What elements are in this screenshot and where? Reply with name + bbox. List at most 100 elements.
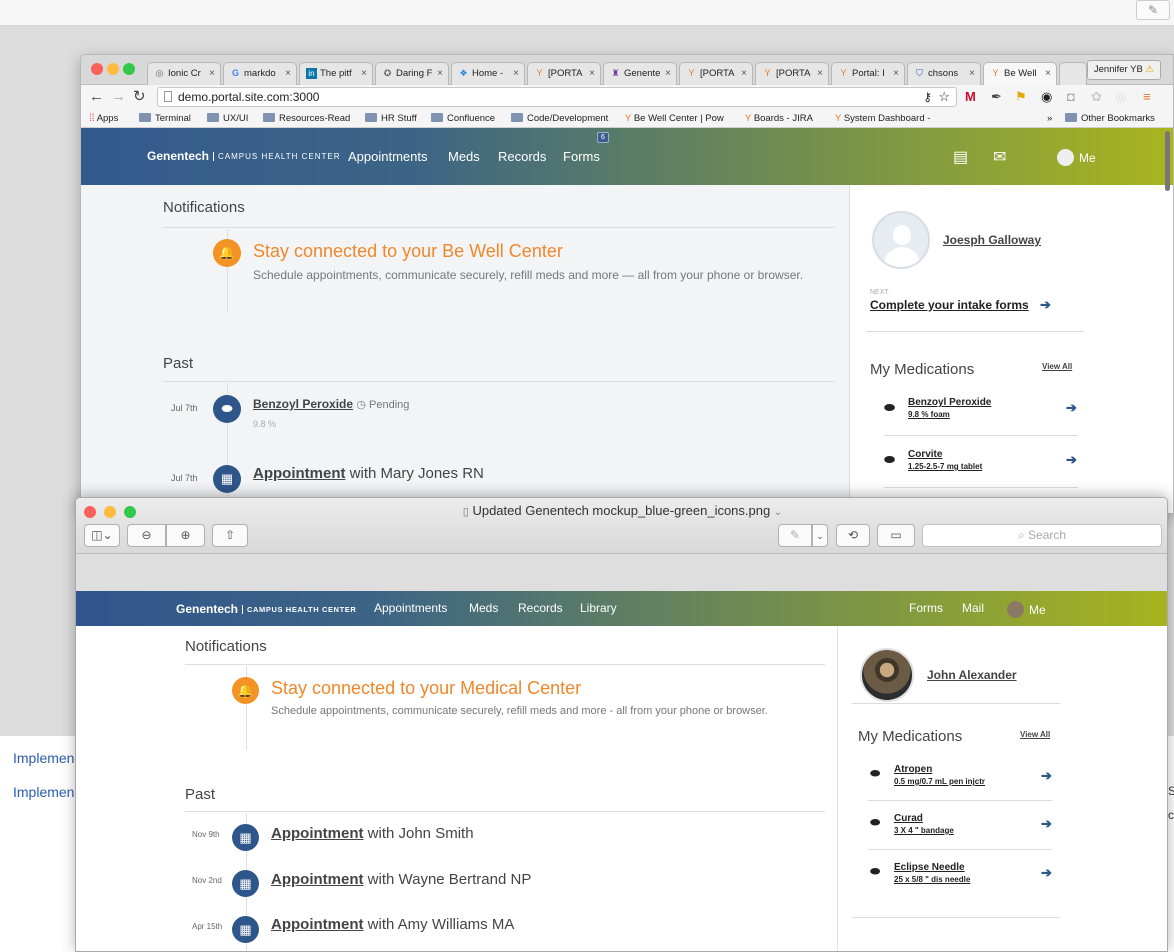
medication-name-link: Curad	[894, 813, 923, 824]
bookmark-link[interactable]: Y Boards - JIRA	[745, 112, 813, 125]
browser-tab[interactable]: ♜ Genente ×	[603, 62, 677, 85]
bookmarks-overflow-button[interactable]: »	[1047, 112, 1052, 125]
new-tab-button[interactable]	[1059, 62, 1087, 85]
notification-title: Stay connected to your Be Well Center	[253, 241, 563, 261]
bookmark-link[interactable]: Y System Dashboard -	[835, 112, 930, 125]
brand-subtitle: CAMPUS HEALTH CENTER	[213, 152, 341, 161]
past-heading: Past	[163, 355, 194, 372]
user-name-link: John Alexander	[927, 668, 1017, 682]
medication-name-link[interactable]: Corvite	[908, 449, 942, 460]
tab-close-icon[interactable]: ×	[665, 63, 671, 84]
browser-tab[interactable]: in The pitf ×	[299, 62, 373, 85]
pill-icon: ⬬	[870, 864, 881, 878]
browser-tab[interactable]: ◎ Ionic Cr ×	[147, 62, 221, 85]
color-picker-icon[interactable]: ◉	[1041, 89, 1052, 105]
divider	[884, 487, 1078, 488]
tab-close-icon[interactable]: ×	[437, 63, 443, 84]
zoom-out-button[interactable]: ⊖	[127, 524, 166, 547]
rotate-button[interactable]: ⟲	[836, 524, 870, 547]
tab-close-icon[interactable]: ×	[589, 63, 595, 84]
tab-close-icon[interactable]: ×	[741, 63, 747, 84]
nav-forms[interactable]: Forms	[563, 149, 600, 164]
user-name-link[interactable]: Joesph Galloway	[943, 233, 1041, 247]
tab-close-icon[interactable]: ×	[209, 63, 215, 84]
appointment-link[interactable]: Appointment	[253, 465, 345, 482]
bookmark-folder[interactable]: Resources-Read	[263, 112, 350, 125]
extension-icon[interactable]: ⚑	[1015, 89, 1027, 105]
bookmark-folder[interactable]: Other Bookmarks	[1065, 112, 1155, 125]
nav-records[interactable]: Records	[498, 149, 546, 164]
library-books-icon[interactable]: ▤	[953, 147, 968, 167]
mail-icon[interactable]: ✉	[993, 147, 1006, 167]
medication-name-link[interactable]: Benzoyl Peroxide	[908, 397, 991, 408]
annotate-pencil-icon[interactable]: ✎	[1136, 0, 1170, 20]
nav-meds[interactable]: Meds	[448, 149, 480, 164]
reload-icon[interactable]: ↻	[133, 88, 146, 106]
tab-close-icon[interactable]: ×	[893, 63, 899, 84]
key-icon[interactable]: ⚷	[923, 88, 932, 106]
bookmark-folder[interactable]: Terminal	[139, 112, 191, 125]
browser-tab[interactable]: Gmarkdo ×	[223, 62, 297, 85]
bookmark-apps[interactable]: ⁞⁞ Apps	[89, 112, 118, 125]
folder-icon	[207, 113, 219, 122]
bookmark-folder[interactable]: Confluence	[431, 112, 495, 125]
tab-close-icon[interactable]: ×	[817, 63, 823, 84]
arrow-right-icon[interactable]: ➔	[1066, 400, 1077, 416]
preview-title[interactable]: ▯ Updated Genentech mockup_blue-green_ic…	[76, 503, 1167, 518]
extension-icon[interactable]: ◎	[1115, 89, 1126, 105]
extension-icon[interactable]: M	[965, 89, 976, 105]
zoom-in-button[interactable]: ⊕	[166, 524, 205, 547]
markup-menu-button[interactable]: ⌄	[812, 524, 828, 547]
brand-logo[interactable]: Genentech CAMPUS HEALTH CENTER	[147, 149, 341, 163]
forward-arrow-icon[interactable]: →	[111, 88, 126, 106]
back-arrow-icon[interactable]: ←	[89, 88, 104, 106]
toolbox-button[interactable]: ▭	[877, 524, 915, 547]
bookmark-folder[interactable]: UX/UI	[207, 112, 248, 125]
arrow-right-icon[interactable]: ➔	[1040, 297, 1051, 313]
profile-chip[interactable]: Jennifer YB ⚠	[1086, 60, 1161, 80]
browser-tab[interactable]: Y [PORTA ×	[679, 62, 753, 85]
view-all-link[interactable]: View All	[1042, 362, 1072, 371]
background-link[interactable]: Implemen	[13, 784, 74, 800]
browser-tab-active[interactable]: Y Be Well ×	[983, 62, 1057, 85]
tab-close-icon[interactable]: ×	[361, 63, 367, 84]
scrollbar[interactable]	[1165, 131, 1170, 191]
mockup-sidebar: John Alexander My Medications View All ⬬…	[837, 626, 1167, 951]
background-link[interactable]: Implemen	[13, 750, 74, 766]
event-date: Nov 9th	[192, 830, 220, 839]
nav-mail: Mail	[962, 601, 985, 615]
browser-tab[interactable]: ✪ Daring F ×	[375, 62, 449, 85]
browser-tab[interactable]: ⛉ chsons ×	[907, 62, 981, 85]
intake-forms-link[interactable]: Complete your intake forms	[870, 298, 1029, 312]
me-menu[interactable]: Me	[1057, 149, 1096, 166]
browser-tab[interactable]: ❖ Home - ×	[451, 62, 525, 85]
search-input[interactable]: ⌕ Search	[922, 524, 1162, 547]
menu-icon[interactable]: ≡	[1143, 89, 1151, 105]
zoom-window-button[interactable]	[123, 63, 135, 75]
bookmark-link[interactable]: Y Be Well Center | Pow	[625, 112, 724, 125]
extension-icon[interactable]: ✿	[1091, 89, 1102, 105]
browser-tab[interactable]: Y [PORTA ×	[527, 62, 601, 85]
arrow-right-icon[interactable]: ➔	[1066, 452, 1077, 468]
tab-close-icon[interactable]: ×	[285, 63, 291, 84]
nav-appointments[interactable]: Appointments	[348, 149, 428, 164]
tab-close-icon[interactable]: ×	[1045, 63, 1051, 84]
shield-icon: ⛉	[916, 68, 923, 78]
tab-close-icon[interactable]: ×	[969, 63, 975, 84]
medication-link[interactable]: Benzoyl Peroxide	[253, 397, 353, 411]
bookmark-star-icon[interactable]: ☆	[938, 88, 950, 106]
share-button[interactable]: ⇧	[212, 524, 248, 547]
minimize-window-button[interactable]	[107, 63, 119, 75]
bookmark-folder[interactable]: HR Stuff	[365, 112, 417, 125]
browser-tab[interactable]: Y [PORTA ×	[755, 62, 829, 85]
markup-button[interactable]: ✎	[778, 524, 812, 547]
eyedropper-icon[interactable]: ✒	[991, 89, 1002, 105]
sidebar-toggle-button[interactable]: ◫⌄	[84, 524, 120, 547]
tab-close-icon[interactable]: ×	[513, 63, 519, 84]
close-window-button[interactable]	[91, 63, 103, 75]
url-input[interactable]: demo.portal.site.com:3000 ⚷ ☆	[157, 87, 957, 107]
browser-tab[interactable]: Y Portal: I ×	[831, 62, 905, 85]
bookmark-folder[interactable]: Code/Development	[511, 112, 608, 125]
camera-icon[interactable]: ◘	[1067, 89, 1075, 105]
medication-name-link: Atropen	[894, 764, 933, 775]
